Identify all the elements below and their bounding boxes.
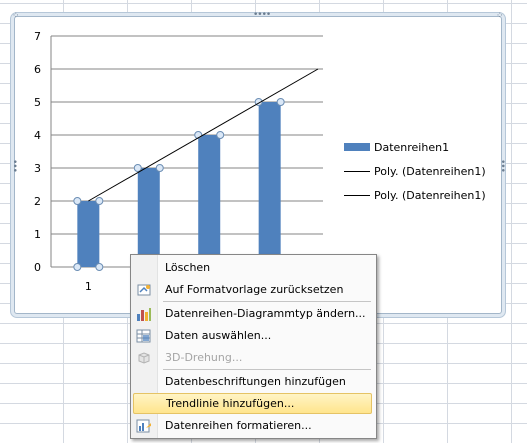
select-data-icon bbox=[133, 327, 155, 345]
legend-item-trendline[interactable]: Poly. (Datenreihen1) bbox=[344, 183, 504, 207]
bar-selection-handle bbox=[276, 98, 285, 106]
y-tick-label: 7 bbox=[34, 30, 41, 43]
format-series-icon bbox=[133, 417, 155, 435]
bar bbox=[198, 135, 221, 267]
bar-selection-handle bbox=[95, 263, 104, 271]
menu-item-format-series[interactable]: Datenreihen formatieren... bbox=[133, 415, 372, 436]
bar bbox=[258, 102, 281, 267]
menu-item-icon-slot bbox=[133, 373, 155, 391]
legend-line-swatch bbox=[344, 170, 370, 172]
menu-item-label: Auf Formatvorlage zurücksetzen bbox=[165, 283, 344, 296]
y-tick-label: 1 bbox=[34, 228, 41, 241]
context-menu[interactable]: Löschen Auf Formatvorlage zurücksetzen D… bbox=[130, 254, 377, 439]
menu-item-icon-slot bbox=[134, 395, 156, 413]
x-tick-label: 1 bbox=[85, 280, 92, 293]
menu-item-icon-slot bbox=[133, 259, 155, 277]
bar bbox=[137, 168, 160, 267]
menu-separator bbox=[163, 369, 371, 370]
bar-selection-handle bbox=[95, 197, 104, 205]
legend-bar-swatch bbox=[344, 143, 370, 151]
y-tick-label: 2 bbox=[34, 195, 41, 208]
bar-selection-handle bbox=[216, 131, 225, 139]
bar-series bbox=[73, 98, 285, 271]
y-tick-label: 0 bbox=[34, 261, 41, 274]
menu-item-add-trendline[interactable]: Trendlinie hinzufügen... bbox=[133, 393, 372, 414]
menu-item-label: Löschen bbox=[165, 261, 211, 274]
bar-selection-handle bbox=[155, 164, 164, 172]
3d-rotation-icon bbox=[133, 349, 155, 367]
menu-item-3d-rotation[interactable]: 3D-Drehung... bbox=[133, 347, 372, 368]
bar-selection-handle bbox=[73, 197, 82, 205]
y-tick-label: 4 bbox=[34, 129, 41, 142]
reset-style-icon bbox=[133, 281, 155, 299]
menu-item-label: Daten auswählen... bbox=[165, 329, 272, 342]
legend-item-label: Poly. (Datenreihen1) bbox=[374, 188, 486, 202]
menu-item-change-chart-type[interactable]: Datenreihen-Diagrammtyp ändern... bbox=[133, 303, 372, 324]
y-axis-labels: 0 1 2 3 4 5 6 7 bbox=[34, 30, 41, 274]
legend-item-label: Poly. (Datenreihen1) bbox=[374, 164, 486, 178]
menu-item-delete[interactable]: Löschen bbox=[133, 257, 372, 278]
menu-item-add-data-labels[interactable]: Datenbeschriftungen hinzufügen bbox=[133, 371, 372, 392]
legend-item-bar[interactable]: Datenreihen1 bbox=[344, 135, 504, 159]
menu-item-select-data[interactable]: Daten auswählen... bbox=[133, 325, 372, 346]
legend-item-label: Datenreihen1 bbox=[374, 140, 450, 154]
y-tick-label: 5 bbox=[34, 96, 41, 109]
chart-type-icon bbox=[133, 305, 155, 323]
menu-item-label: Trendlinie hinzufügen... bbox=[166, 397, 295, 410]
legend-item-trendline[interactable]: Poly. (Datenreihen1) bbox=[344, 159, 504, 183]
y-tick-label: 3 bbox=[34, 162, 41, 175]
menu-item-label: Datenreihen formatieren... bbox=[165, 419, 312, 432]
menu-item-label: Datenreihen-Diagrammtyp ändern... bbox=[165, 307, 366, 320]
x-axis-labels: 1 bbox=[85, 280, 92, 293]
bar-selection-handle bbox=[133, 164, 142, 172]
menu-item-reset-style[interactable]: Auf Formatvorlage zurücksetzen bbox=[133, 279, 372, 300]
legend-line-swatch bbox=[344, 194, 370, 196]
menu-separator bbox=[163, 301, 371, 302]
menu-item-label: Datenbeschriftungen hinzufügen bbox=[165, 375, 346, 388]
bar-selection-handle bbox=[73, 263, 82, 271]
bar bbox=[77, 201, 100, 267]
legend[interactable]: Datenreihen1 Poly. (Datenreihen1) Poly. … bbox=[344, 135, 504, 207]
y-tick-label: 6 bbox=[34, 63, 41, 76]
menu-item-label: 3D-Drehung... bbox=[165, 351, 243, 364]
